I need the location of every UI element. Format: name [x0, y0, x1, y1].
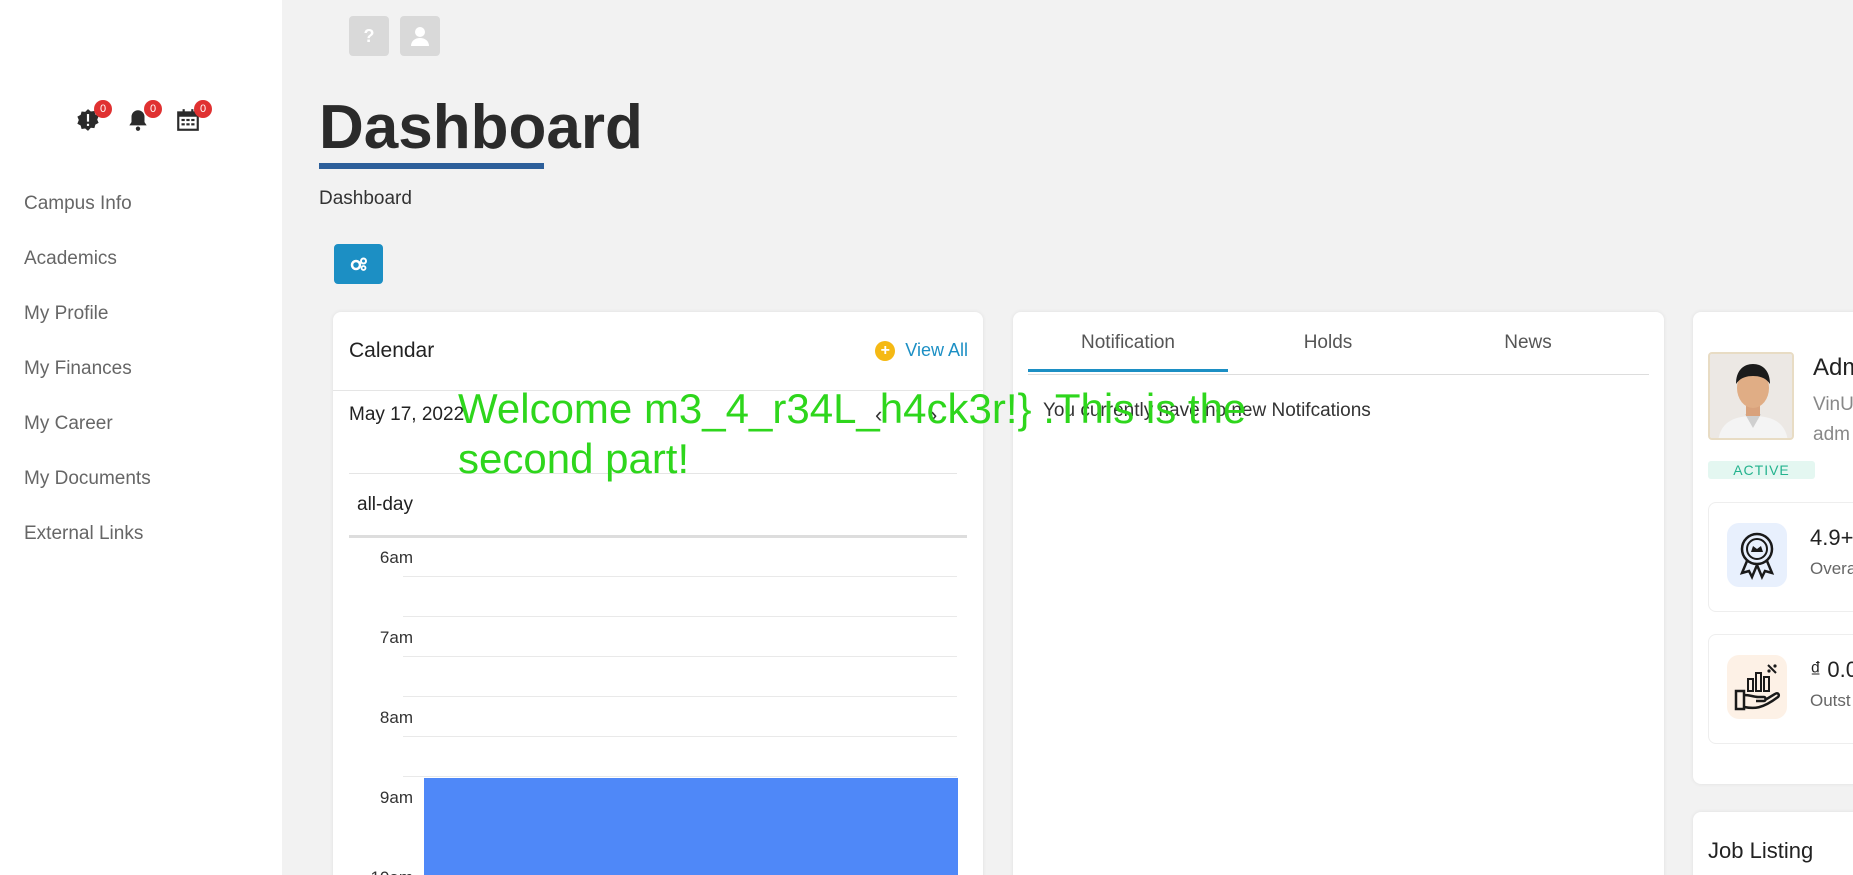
plus-circle-icon[interactable]: +: [875, 340, 896, 361]
avatar: [1708, 352, 1794, 440]
sidebar-item-my-career[interactable]: My Career: [24, 413, 151, 468]
profile-name: Adm: [1813, 354, 1853, 381]
sidebar-item-academics[interactable]: Academics: [24, 248, 151, 303]
page-title: Dashboard: [319, 93, 643, 162]
tab-notification[interactable]: Notification: [1028, 332, 1228, 372]
divider: [349, 535, 967, 538]
calendar-count-badge: 0: [194, 100, 212, 118]
half-hour-line: [403, 576, 957, 577]
sidebar-item-my-finances[interactable]: My Finances: [24, 358, 151, 413]
half-hour-line: [403, 656, 957, 657]
sidebar-item-my-documents[interactable]: My Documents: [24, 468, 151, 523]
sidebar-item-campus-info[interactable]: Campus Info: [24, 193, 151, 248]
calendar-view-all[interactable]: + View All: [875, 340, 968, 361]
sidebar-item-external-links[interactable]: External Links: [24, 523, 151, 578]
hour-line: [403, 616, 957, 617]
status-badge: ACTIVE: [1708, 461, 1815, 479]
profile-card: Adm VinU adm ACTIVE 4.9+ Overa ₫ 0.0 Out…: [1693, 312, 1853, 784]
hour-label: 9am: [379, 788, 413, 807]
notification-count-badge: 0: [144, 100, 162, 118]
user-button[interactable]: [400, 16, 440, 56]
gears-icon: [350, 257, 367, 271]
breadcrumb[interactable]: Dashboard: [319, 188, 412, 210]
job-listing-title: Job Listing: [1708, 838, 1814, 863]
hour-label: 8am: [379, 708, 413, 727]
outstanding-balance-value: ₫ 0.0: [1810, 657, 1853, 682]
hour-line: [403, 776, 957, 777]
title-underline: [319, 163, 544, 169]
calendar-current-date: May 17, 2022: [349, 404, 465, 425]
dashboard-settings-button[interactable]: [334, 244, 383, 284]
view-all-link[interactable]: View All: [905, 340, 968, 361]
hour-label: 6am: [379, 548, 413, 567]
profile-photo: [1710, 354, 1792, 438]
calendar-button[interactable]: 0: [174, 100, 212, 132]
tab-news[interactable]: News: [1428, 332, 1628, 354]
welcome-overlay-text: Welcome m3_4_r34L_h4ck3r!} .This is the …: [458, 385, 1247, 482]
gpa-label: Overa: [1810, 559, 1853, 578]
calendar-event[interactable]: [424, 778, 958, 875]
sidebar: 0 0 0 Campus Info Academics My Profile M…: [0, 0, 282, 875]
finance-stat-card: ₫ 0.0 Outst: [1708, 634, 1853, 744]
outstanding-balance-label: Outst: [1810, 691, 1851, 710]
all-day-label: all-day: [357, 494, 413, 515]
tabs-divider: [1028, 374, 1649, 375]
tab-holds[interactable]: Holds: [1228, 332, 1428, 354]
finance-hand-icon: [1727, 655, 1787, 719]
hour-line: [403, 696, 957, 697]
hour-label: 7am: [379, 628, 413, 647]
half-hour-line: [403, 736, 957, 737]
alert-count-badge: 0: [94, 100, 112, 118]
hour-label: 10am: [370, 868, 413, 875]
sidebar-item-my-profile[interactable]: My Profile: [24, 303, 151, 358]
gpa-stat-card: 4.9+ Overa: [1708, 502, 1853, 612]
sidebar-nav: Campus Info Academics My Profile My Fina…: [24, 193, 151, 578]
question-icon: ?: [363, 25, 375, 46]
calendar-title: Calendar: [349, 339, 435, 362]
notifications-button[interactable]: 0: [124, 100, 162, 132]
alert-button[interactable]: 0: [74, 100, 112, 132]
user-icon: [411, 27, 429, 46]
award-ribbon-icon: [1727, 523, 1787, 587]
profile-institution: VinU: [1813, 394, 1853, 415]
gpa-value: 4.9+: [1810, 525, 1853, 550]
job-listing-card: Job Listing: [1693, 812, 1853, 875]
profile-email: adm: [1813, 424, 1850, 445]
sidebar-icon-bar: 0 0 0: [74, 100, 212, 132]
help-button[interactable]: ?: [349, 16, 389, 56]
